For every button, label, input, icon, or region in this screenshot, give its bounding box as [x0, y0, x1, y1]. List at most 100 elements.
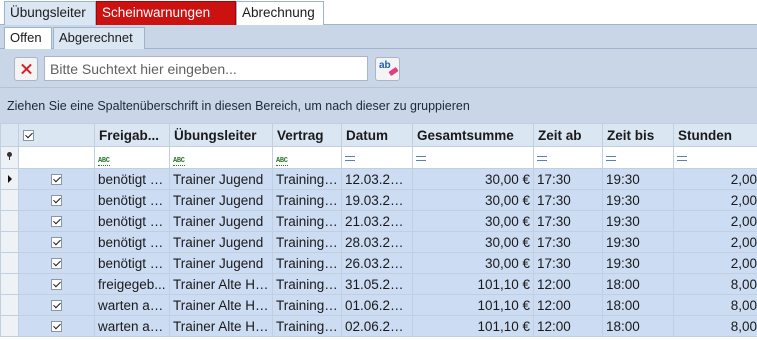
row-checkbox[interactable] — [18, 252, 95, 274]
column-header-gesamtsumme[interactable]: Gesamtsumme — [412, 123, 534, 147]
column-header-zeit-ab[interactable]: Zeit ab — [533, 123, 603, 147]
cell-gesamtsumme[interactable]: 101,10 € — [412, 273, 534, 295]
cell-uebungsleiter[interactable]: Trainer Jugend — [169, 252, 273, 274]
cell-zeit-ab[interactable]: 17:30 — [533, 210, 603, 232]
cell-zeit-ab[interactable]: 17:30 — [533, 231, 603, 253]
row-checkbox[interactable] — [18, 189, 95, 211]
cell-zeit-bis[interactable]: 18:00 — [602, 294, 674, 316]
cell-gesamtsumme[interactable]: 101,10 € — [412, 294, 534, 316]
column-header-zeit-bis[interactable]: Zeit bis — [602, 123, 674, 147]
filter-cell-uebungsleiter[interactable]: ABC — [169, 146, 273, 169]
cell-vertrag[interactable]: Training ... — [272, 210, 342, 232]
cell-zeit-bis[interactable]: 19:30 — [602, 189, 674, 211]
row-indicator[interactable] — [0, 294, 19, 316]
cell-gesamtsumme[interactable]: 30,00 € — [412, 252, 534, 274]
row-indicator[interactable] — [0, 273, 19, 295]
row-indicator[interactable] — [0, 315, 19, 337]
row-checkbox[interactable] — [18, 231, 95, 253]
cell-uebungsleiter[interactable]: Trainer Jugend — [169, 231, 273, 253]
column-header-datum[interactable]: Datum — [341, 123, 413, 147]
table-row[interactable]: benötigt k... Trainer Jugend Training ... 2… — [0, 252, 757, 274]
cell-freigabe[interactable]: benötigt k... — [94, 210, 170, 232]
filter-cell-stunden[interactable] — [673, 146, 757, 169]
cell-stunden[interactable]: 2,00 — [673, 189, 757, 211]
table-row[interactable]: benötigt k... Trainer Jugend Training ... 1… — [0, 189, 757, 211]
search-input[interactable] — [44, 56, 368, 81]
cell-freigabe[interactable]: warten auf... — [94, 315, 170, 337]
table-row[interactable]: warten auf... Trainer Alte Her... Training… — [0, 315, 757, 337]
row-indicator[interactable] — [0, 168, 19, 190]
cell-gesamtsumme[interactable]: 30,00 € — [412, 231, 534, 253]
column-header-uebungsleiter[interactable]: Übungsleiter — [169, 123, 273, 147]
filter-cell-check[interactable] — [18, 146, 95, 169]
cell-zeit-ab[interactable]: 12:00 — [533, 294, 603, 316]
cell-vertrag[interactable]: Training ... — [272, 252, 342, 274]
cell-gesamtsumme[interactable]: 101,10 € — [412, 315, 534, 337]
row-indicator[interactable] — [0, 210, 19, 232]
cell-zeit-ab[interactable]: 12:00 — [533, 273, 603, 295]
cell-stunden[interactable]: 8,00 — [673, 315, 757, 337]
cell-zeit-ab[interactable]: 17:30 — [533, 189, 603, 211]
row-checkbox[interactable] — [18, 294, 95, 316]
header-select-all-checkbox[interactable] — [18, 123, 95, 147]
table-row[interactable]: benötigt k... Trainer Jugend Training ... 2… — [0, 231, 757, 253]
cell-freigabe[interactable]: benötigt k... — [94, 168, 170, 190]
cell-vertrag[interactable]: Training ... — [272, 294, 342, 316]
cell-zeit-ab[interactable]: 12:00 — [533, 315, 603, 337]
cell-zeit-ab[interactable]: 17:30 — [533, 168, 603, 190]
filter-cell-vertrag[interactable]: ABC — [272, 146, 342, 169]
column-header-freigabe[interactable]: Freigab... — [94, 123, 170, 147]
cell-datum[interactable]: 02.06.2024 — [341, 315, 413, 337]
row-checkbox[interactable] — [18, 273, 95, 295]
cell-datum[interactable]: 31.05.2024 — [341, 273, 413, 295]
filter-cell-zeit-ab[interactable] — [533, 146, 603, 169]
cell-zeit-bis[interactable]: 18:00 — [602, 315, 674, 337]
cell-freigabe[interactable]: benötigt k... — [94, 252, 170, 274]
cell-datum[interactable]: 01.06.2024 — [341, 294, 413, 316]
cell-freigabe[interactable]: freigegeb... — [94, 273, 170, 295]
cell-stunden[interactable]: 2,00 — [673, 168, 757, 190]
cell-uebungsleiter[interactable]: Trainer Jugend — [169, 210, 273, 232]
cell-zeit-ab[interactable]: 17:30 — [533, 252, 603, 274]
cell-freigabe[interactable]: benötigt k... — [94, 189, 170, 211]
cell-datum[interactable]: 19.03.2024 — [341, 189, 413, 211]
cell-stunden[interactable]: 2,00 — [673, 252, 757, 274]
group-panel[interactable]: Ziehen Sie eine Spaltenüberschrift in di… — [0, 87, 757, 123]
filter-cell-freigabe[interactable]: ABC — [94, 146, 170, 169]
tab-abgerechnet[interactable]: Abgerechnet — [53, 27, 145, 49]
cell-vertrag[interactable]: Training ... — [272, 315, 342, 337]
cell-uebungsleiter[interactable]: Trainer Jugend — [169, 189, 273, 211]
cell-gesamtsumme[interactable]: 30,00 € — [412, 189, 534, 211]
cell-freigabe[interactable]: warten auf... — [94, 294, 170, 316]
filter-cell-gesamtsumme[interactable] — [412, 146, 534, 169]
table-row[interactable]: benötigt k... Trainer Jugend Training ... 1… — [0, 168, 757, 190]
cell-datum[interactable]: 28.03.2024 — [341, 231, 413, 253]
cell-uebungsleiter[interactable]: Trainer Alte Her... — [169, 294, 273, 316]
cell-vertrag[interactable]: Training ... — [272, 189, 342, 211]
cell-gesamtsumme[interactable]: 30,00 € — [412, 168, 534, 190]
cell-vertrag[interactable]: Training ... — [272, 168, 342, 190]
table-row[interactable]: warten auf... Trainer Alte Her... Training… — [0, 294, 757, 316]
cell-stunden[interactable]: 8,00 — [673, 294, 757, 316]
cell-zeit-bis[interactable]: 19:30 — [602, 231, 674, 253]
cell-stunden[interactable]: 2,00 — [673, 210, 757, 232]
tab-scheinwarnungen[interactable]: Scheinwarnungen (1) — [96, 1, 236, 42]
cell-vertrag[interactable]: Training ... — [272, 273, 342, 295]
row-checkbox[interactable] — [18, 210, 95, 232]
cell-stunden[interactable]: 8,00 — [673, 273, 757, 295]
row-checkbox[interactable] — [18, 168, 95, 190]
tab-uebungsleiter[interactable]: Übungsleiter — [4, 1, 96, 25]
spellcheck-icon[interactable]: ab — [375, 57, 400, 81]
column-header-vertrag[interactable]: Vertrag — [272, 123, 342, 147]
row-checkbox[interactable] — [18, 315, 95, 337]
cell-uebungsleiter[interactable]: Trainer Alte Her... — [169, 273, 273, 295]
cell-freigabe[interactable]: benötigt k... — [94, 231, 170, 253]
tab-offen[interactable]: Offen — [4, 27, 52, 49]
cell-zeit-bis[interactable]: 18:00 — [602, 273, 674, 295]
cell-vertrag[interactable]: Training ... — [272, 231, 342, 253]
row-indicator[interactable] — [0, 231, 19, 253]
cell-uebungsleiter[interactable]: Trainer Alte Her... — [169, 315, 273, 337]
cell-gesamtsumme[interactable]: 30,00 € — [412, 210, 534, 232]
table-row[interactable]: freigegeb... Trainer Alte Her... Training … — [0, 273, 757, 295]
row-indicator[interactable] — [0, 252, 19, 274]
